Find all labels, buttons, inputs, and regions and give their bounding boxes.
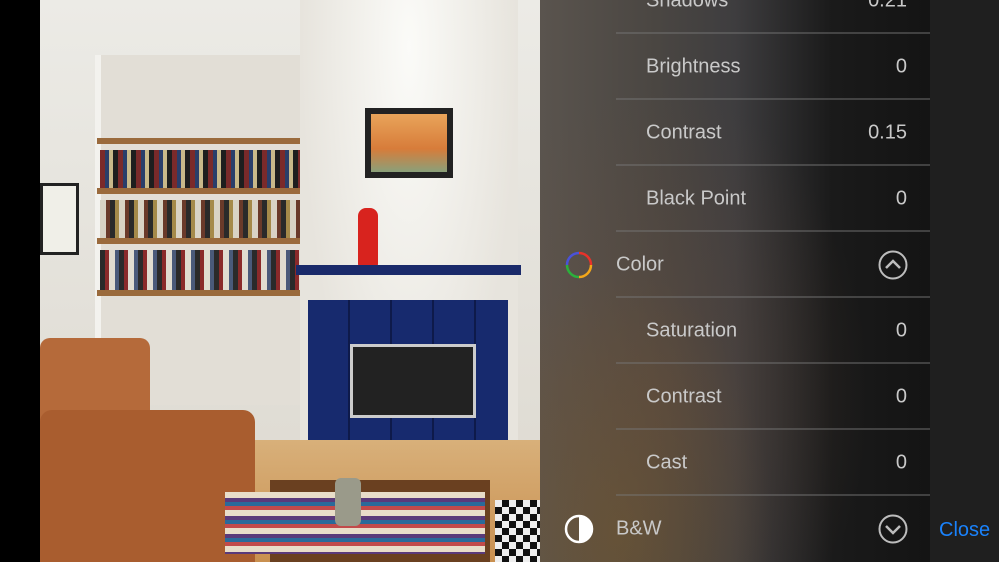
- chevron-up-icon[interactable]: [878, 250, 908, 280]
- section-label: B&W: [616, 517, 662, 540]
- adjustment-row-shadows[interactable]: Shadows 0.21: [540, 0, 930, 34]
- adjustment-row-black-point[interactable]: Black Point 0: [540, 166, 930, 232]
- row-value: 0: [895, 385, 907, 408]
- row-label: Contrast: [646, 121, 722, 144]
- section-header-color[interactable]: Color: [540, 232, 930, 298]
- adjustment-row-color-contrast[interactable]: Contrast 0: [540, 364, 930, 430]
- row-value: 0.15: [868, 121, 907, 144]
- row-value: 0.21: [868, 0, 907, 12]
- row-label: Black Point: [646, 187, 747, 210]
- row-label: Shadows: [646, 0, 729, 12]
- row-value: 0: [895, 55, 907, 78]
- adjustment-row-brightness[interactable]: Brightness 0: [540, 34, 930, 100]
- row-value: 0: [895, 451, 907, 474]
- close-button[interactable]: Close: [939, 519, 990, 542]
- section-header-bw[interactable]: B&W: [540, 496, 930, 562]
- section-label: Color: [616, 253, 664, 276]
- half-circle-icon: [564, 514, 594, 544]
- row-value: 0: [895, 187, 907, 210]
- row-value: 0: [895, 319, 907, 342]
- side-toolbar: [930, 0, 999, 562]
- color-wheel-icon: [565, 251, 593, 279]
- row-label: Cast: [646, 451, 688, 474]
- adjustment-row-contrast[interactable]: Contrast 0.15: [540, 100, 930, 166]
- adjustments-panel: Shadows 0.21 Brightness 0 Contrast 0.15 …: [540, 0, 930, 562]
- chevron-down-icon[interactable]: [878, 514, 908, 544]
- adjustment-row-cast[interactable]: Cast 0: [540, 430, 930, 496]
- row-label: Brightness: [646, 55, 741, 78]
- photo-preview: [40, 0, 540, 562]
- row-label: Saturation: [646, 319, 738, 342]
- row-label: Contrast: [646, 385, 722, 408]
- adjustment-row-saturation[interactable]: Saturation 0: [540, 298, 930, 364]
